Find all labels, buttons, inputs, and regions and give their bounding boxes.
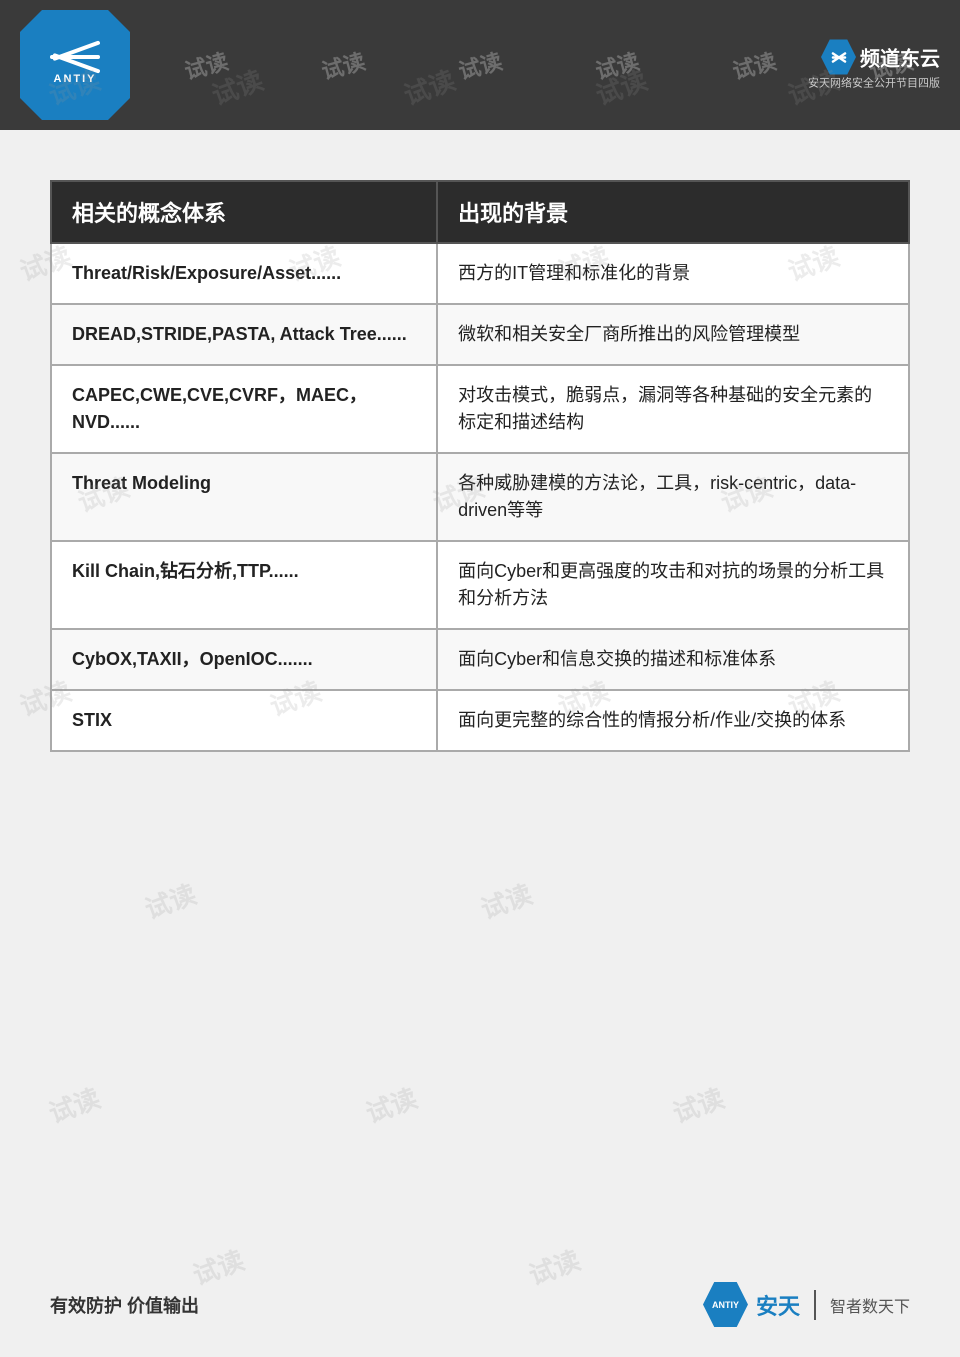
col1-cell-4: Kill Chain,钻石分析,TTP...... — [51, 541, 437, 629]
footer: 有效防护 价值输出 ANTIY 安天 智者数天下 — [0, 1282, 960, 1327]
watermark-18: 试读 — [475, 874, 537, 927]
table-row: DREAD,STRIDE,PASTA, Attack Tree......微软和… — [51, 304, 909, 365]
table-row: Threat Modeling各种威胁建模的方法论，工具，risk-centri… — [51, 453, 909, 541]
col2-cell-0: 西方的IT管理和标准化的背景 — [437, 243, 909, 304]
footer-slogan: 智者数天下 — [830, 1293, 910, 1317]
col2-cell-6: 面向更完整的综合性的情报分析/作业/交换的体系 — [437, 690, 909, 751]
col2-cell-4: 面向Cyber和更高强度的攻击和对抗的场景的分析工具和分析方法 — [437, 541, 909, 629]
footer-logo-hex: ANTIY — [703, 1282, 748, 1327]
header-antiy-hex — [821, 40, 856, 75]
footer-brand: 安天 — [756, 1289, 800, 1321]
header-right-logo: 频道东云 安天网络安全公开节目四版 — [808, 40, 940, 91]
logo-lines — [50, 45, 100, 69]
table-row: CAPEC,CWE,CVE,CVRF，MAEC，NVD......对攻击模式，脆… — [51, 365, 909, 453]
header: 试读 试读 试读 试读 试读 试读 试读 ANTIY 频道东云 安天网络安全公开… — [0, 0, 960, 130]
col1-cell-1: DREAD,STRIDE,PASTA, Attack Tree...... — [51, 304, 437, 365]
col1-cell-6: STIX — [51, 690, 437, 751]
col1-cell-3: Threat Modeling — [51, 453, 437, 541]
antiy-hex-icon — [829, 47, 849, 67]
concept-table: 相关的概念体系 出现的背景 Threat/Risk/Exposure/Asset… — [50, 180, 910, 752]
col1-cell-2: CAPEC,CWE,CVE,CVRF，MAEC，NVD...... — [51, 365, 437, 453]
col1-cell-0: Threat/Risk/Exposure/Asset...... — [51, 243, 437, 304]
col2-cell-3: 各种威胁建模的方法论，工具，risk-centric，data-driven等等 — [437, 453, 909, 541]
header-right-logo-top: 频道东云 — [821, 40, 940, 75]
header-wm-5: 试读 — [592, 44, 643, 86]
header-wm-3: 试读 — [317, 44, 368, 86]
header-wm-4: 试读 — [455, 44, 506, 86]
col2-cell-2: 对攻击模式，脆弱点，漏洞等各种基础的安全元素的标定和描述结构 — [437, 365, 909, 453]
table-row: Threat/Risk/Exposure/Asset......西方的IT管理和… — [51, 243, 909, 304]
footer-hex-label: ANTIY — [712, 1300, 739, 1310]
header-right-subtitle: 安天网络安全公开节目四版 — [808, 75, 940, 91]
table-row: STIX面向更完整的综合性的情报分析/作业/交换的体系 — [51, 690, 909, 751]
col2-cell-1: 微软和相关安全厂商所推出的风险管理模型 — [437, 304, 909, 365]
header-wm-2: 试读 — [180, 44, 231, 86]
footer-divider — [814, 1290, 816, 1320]
watermark-21: 试读 — [667, 1078, 729, 1131]
footer-tagline: 有效防护 价值输出 — [50, 1292, 199, 1318]
watermark-17: 试读 — [139, 874, 201, 927]
header-wm-6: 试读 — [729, 44, 780, 86]
logo-label: ANTIY — [54, 73, 97, 85]
footer-right: ANTIY 安天 智者数天下 — [703, 1282, 910, 1327]
table-row: CybOX,TAXII，OpenIOC.......面向Cyber和信息交换的描… — [51, 629, 909, 690]
col2-cell-5: 面向Cyber和信息交换的描述和标准体系 — [437, 629, 909, 690]
col2-header: 出现的背景 — [437, 181, 909, 243]
main-content: 相关的概念体系 出现的背景 Threat/Risk/Exposure/Asset… — [0, 130, 960, 792]
watermark-19: 试读 — [43, 1078, 105, 1131]
col1-cell-5: CybOX,TAXII，OpenIOC....... — [51, 629, 437, 690]
table-row: Kill Chain,钻石分析,TTP......面向Cyber和更高强度的攻击… — [51, 541, 909, 629]
watermark-20: 试读 — [360, 1078, 422, 1131]
col1-header: 相关的概念体系 — [51, 181, 437, 243]
header-right-brand: 频道东云 — [860, 43, 940, 72]
header-logo: ANTIY — [20, 10, 130, 120]
